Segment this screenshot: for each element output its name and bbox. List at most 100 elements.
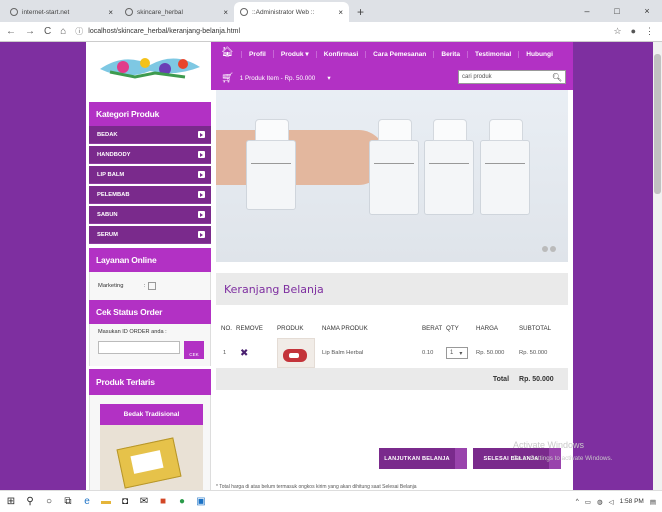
bottle-image-1 (246, 119, 296, 210)
start-icon[interactable]: ⊞ (6, 496, 16, 507)
header-remove: REMOVE (236, 324, 263, 332)
category-item-pelembab[interactable]: PELEMBAB (89, 186, 211, 204)
url-field[interactable]: ⓘ localhost/skincare_herbal/keranjang-be… (75, 26, 240, 37)
maximize-button[interactable]: □ (602, 0, 632, 22)
browser-tab-1[interactable]: internet-start.net × (4, 2, 119, 22)
chat-status-icon[interactable] (148, 282, 157, 290)
forward-button[interactable]: → (25, 26, 35, 37)
menu-item-berita[interactable]: Berita (433, 50, 467, 58)
category-item-lip-balm[interactable]: LIP BALM (89, 166, 211, 184)
bookmark-star-icon[interactable]: ☆ (613, 26, 621, 37)
order-id-input[interactable] (98, 341, 180, 354)
scrollbar-thumb[interactable] (654, 54, 661, 194)
cart-table: NO. REMOVE PRODUK NAMA PRODUK BERAT QTY … (216, 318, 568, 390)
notification-icon[interactable]: ▤ (650, 498, 656, 506)
menu-item-cara-pemesanan[interactable]: Cara Pemesanan (365, 50, 433, 58)
site-logo[interactable] (89, 42, 211, 92)
category-item-handbody[interactable]: HANDBODY (89, 146, 211, 164)
close-window-button[interactable]: × (632, 0, 662, 22)
arrow-right-icon (198, 211, 205, 218)
header-qty: QTY (446, 324, 459, 332)
office-icon[interactable]: ■ (158, 496, 168, 507)
menu-item-produk[interactable]: Produk ▾ (272, 50, 316, 58)
arrow-right-icon (198, 131, 205, 138)
edge-icon[interactable]: e (82, 496, 92, 507)
bestseller-product-image[interactable] (100, 425, 203, 490)
volume-icon[interactable]: ◁ (609, 498, 614, 506)
cortana-icon[interactable]: ○ (44, 496, 54, 507)
row-weight: 0.10 (422, 350, 434, 356)
home-icon[interactable]: 🏠︎ (221, 47, 234, 58)
info-icon[interactable]: ⓘ (75, 26, 83, 37)
row-no: 1 (223, 350, 227, 356)
store-icon[interactable]: ◘ (120, 496, 130, 507)
cart-icon: 🛒︎ (221, 72, 234, 84)
reload-button[interactable]: C (44, 26, 51, 37)
home-button[interactable]: ⌂ (60, 26, 66, 37)
arrow-right-icon (198, 191, 205, 198)
browser-tab-3[interactable]: ::Administrator Web :: × (234, 2, 349, 22)
menu-item-profil[interactable]: Profil (241, 50, 273, 58)
product-thumb[interactable] (277, 338, 322, 368)
file-explorer-icon[interactable]: ▬ (101, 496, 111, 507)
page-background-right (573, 42, 653, 490)
address-bar-row: ← → C ⌂ ⓘ localhost/skincare_herbal/kera… (0, 22, 662, 42)
category-item-serum[interactable]: SERUM (89, 226, 211, 244)
bestseller-box: Bedak Tradisional (89, 395, 211, 490)
header-no: NO. (221, 324, 233, 332)
network-icon[interactable]: ◍ (597, 498, 603, 506)
minimize-button[interactable]: – (572, 0, 602, 22)
search-icon[interactable]: 🔍︎ (552, 73, 562, 82)
activation-watermark-title: Activate Windows (513, 440, 585, 450)
bestseller-item-title[interactable]: Bedak Tradisional (100, 404, 203, 425)
product-banner[interactable] (216, 90, 568, 262)
cart-title: Keranjang Belanja (216, 273, 568, 305)
page-scrollbar[interactable] (653, 42, 662, 490)
menu-item-testimonial[interactable]: Testimonial (467, 50, 518, 58)
bottle-image-4 (480, 119, 530, 215)
search-placeholder: cari produk (462, 74, 492, 80)
close-tab-icon[interactable]: × (223, 8, 228, 17)
slider-dot[interactable] (550, 246, 556, 252)
system-tray: ^ ▭ ◍ ◁ 1:58 PM ▤ (576, 498, 656, 506)
category-item-sabun[interactable]: SABUN (89, 206, 211, 224)
task-view-icon[interactable]: ⧉ (63, 496, 73, 507)
window-controls: – □ × (572, 0, 662, 22)
check-order-button[interactable]: CEK (184, 341, 204, 359)
main-menu: Profil Produk ▾ Konfirmasi Cara Pemesana… (241, 42, 560, 66)
new-tab-button[interactable]: + (357, 5, 364, 19)
slider-dot[interactable] (542, 246, 548, 252)
tab-title: skincare_herbal (137, 8, 183, 16)
close-tab-icon[interactable]: × (338, 8, 343, 17)
order-status-heading: Cek Status Order (89, 300, 211, 324)
search-icon[interactable]: ⚲ (25, 496, 35, 507)
profile-icon[interactable]: ● (631, 26, 636, 37)
slider-dots[interactable] (542, 246, 556, 252)
qty-select[interactable]: 1 ▾ (446, 338, 476, 368)
web-page: Kategori Produk BEDAK HANDBODY LIP BALM … (0, 42, 662, 490)
battery-icon[interactable]: ▭ (585, 498, 591, 506)
browser-tab-2[interactable]: skincare_herbal × (119, 2, 234, 22)
mail-icon[interactable]: ✉ (139, 496, 149, 507)
table-row: 1 ✖ Lip Balm Herbal 0.10 1 ▾ Rp. 50.000 … (216, 338, 568, 368)
chrome-icon[interactable]: ● (177, 496, 187, 507)
close-tab-icon[interactable]: × (108, 8, 113, 17)
continue-shopping-button[interactable]: LANJUTKAN BELANJA (379, 448, 467, 469)
arm-image (216, 130, 386, 185)
search-input[interactable]: cari produk 🔍︎ (458, 70, 566, 84)
remove-icon[interactable]: ✖ (232, 338, 277, 368)
clock-time[interactable]: 1:58 PM (620, 498, 644, 505)
browser-menu-icon[interactable]: ⋮ (645, 26, 654, 37)
menu-item-konfirmasi[interactable]: Konfirmasi (315, 50, 365, 58)
category-item-bedak[interactable]: BEDAK (89, 126, 211, 144)
menu-item-hubungi[interactable]: Hubungi (518, 50, 560, 58)
tray-chevron-icon[interactable]: ^ (576, 498, 579, 505)
app-icon[interactable]: ▣ (196, 496, 206, 507)
activation-watermark-text: Go to Settings to activate Windows. (513, 455, 613, 462)
back-button[interactable]: ← (6, 26, 16, 37)
categories-heading: Kategori Produk (89, 102, 211, 126)
cart-dropdown-icon[interactable]: ▾ (327, 75, 330, 82)
marketing-colon: : (143, 283, 146, 289)
cart-summary[interactable]: 🛒︎ 1 Produk Item - Rp. 50.000 ▾ (221, 70, 330, 86)
online-service-box: Marketing : (89, 272, 211, 300)
